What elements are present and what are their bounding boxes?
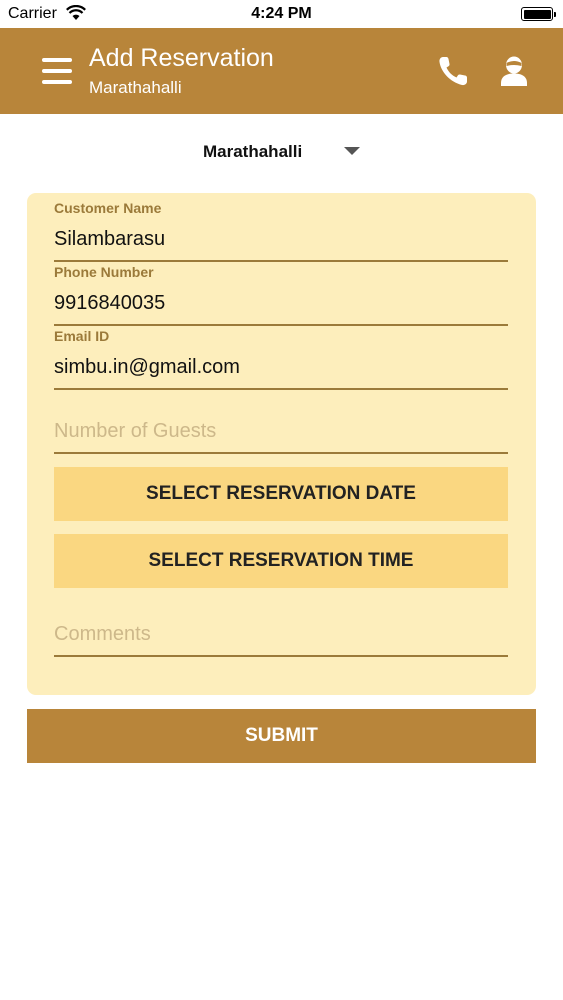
clock: 4:24 PM (251, 5, 312, 22)
page-title: Add Reservation (89, 44, 274, 72)
location-dropdown[interactable]: Marathahalli (200, 137, 370, 167)
page-subtitle: Marathahalli (89, 78, 182, 97)
comments-field (54, 593, 508, 657)
profile-icon[interactable] (498, 54, 530, 88)
phone-number-label: Phone Number (54, 264, 154, 280)
guests-field (54, 391, 508, 455)
email-field: Email ID (54, 327, 508, 391)
select-date-button[interactable]: SELECT RESERVATION DATE (54, 467, 508, 521)
comments-input[interactable] (54, 621, 508, 647)
battery-icon (521, 7, 556, 21)
customer-name-input[interactable] (54, 226, 508, 252)
customer-name-underline (54, 260, 508, 262)
customer-name-field: Customer Name (54, 193, 508, 263)
menu-icon[interactable] (40, 54, 74, 88)
phone-icon[interactable] (436, 54, 472, 88)
guests-input[interactable] (54, 418, 508, 444)
dropdown-arrow-icon (344, 147, 360, 155)
phone-number-input[interactable] (54, 290, 508, 316)
phone-number-underline (54, 324, 508, 326)
guests-underline (54, 452, 508, 454)
email-label: Email ID (54, 328, 110, 344)
app-header: Add Reservation Marathahalli (0, 28, 563, 114)
status-bar: Carrier 4:24 PM (0, 0, 563, 28)
select-time-button[interactable]: SELECT RESERVATION TIME (54, 534, 508, 588)
submit-button[interactable]: SUBMIT (27, 709, 536, 763)
reservation-form-card: Customer Name Phone Number Email ID SELE… (27, 193, 536, 695)
email-input[interactable] (54, 354, 508, 380)
email-underline (54, 388, 508, 390)
phone-number-field: Phone Number (54, 263, 508, 327)
location-selected-label: Marathahalli (203, 142, 303, 161)
comments-underline (54, 655, 508, 657)
customer-name-label: Customer Name (54, 200, 162, 216)
